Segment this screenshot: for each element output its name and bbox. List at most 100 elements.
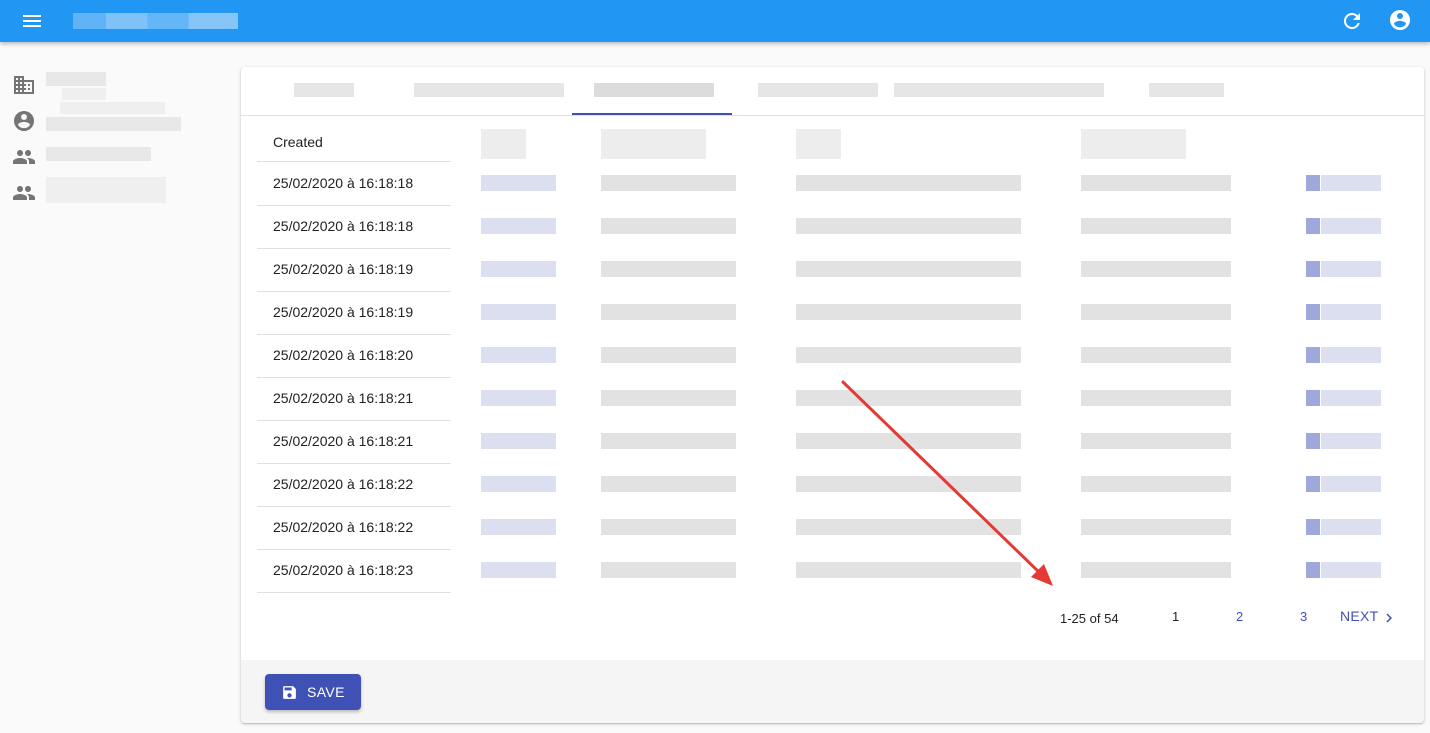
cell-redacted (796, 476, 1021, 492)
cell-redacted (481, 562, 556, 578)
domain-icon (14, 76, 34, 94)
sidebar-item-label-redacted (46, 177, 166, 203)
cell-redacted (1081, 390, 1231, 406)
cell-redacted (1306, 476, 1320, 492)
table-row[interactable]: 25/02/2020 à 16:18:18 (257, 162, 451, 206)
next-page-label: NEXT (1340, 608, 1379, 624)
created-cell: 25/02/2020 à 16:18:20 (273, 347, 414, 363)
cell-redacted (1306, 519, 1320, 535)
cell-redacted (1306, 390, 1320, 406)
created-cell: 25/02/2020 à 16:18:19 (273, 304, 414, 320)
account-circle-icon[interactable] (1388, 8, 1412, 32)
app-title-redacted (73, 13, 238, 29)
sidebar-item-label-redacted (60, 102, 165, 114)
cell-redacted (796, 218, 1021, 234)
cell-redacted (796, 261, 1021, 277)
sidebar-item-3[interactable] (12, 144, 212, 170)
sidebar-item-label-redacted (46, 72, 106, 86)
cell-redacted (796, 433, 1021, 449)
tab-6[interactable] (1131, 67, 1241, 115)
cell-redacted (601, 261, 736, 277)
cell-redacted (601, 175, 736, 191)
created-cell: 25/02/2020 à 16:18:19 (273, 261, 414, 277)
column-header-redacted[interactable] (796, 129, 841, 159)
cell-redacted (1306, 433, 1320, 449)
chevron-right-icon (1386, 613, 1392, 623)
tab-1[interactable] (281, 67, 371, 115)
page-button-2[interactable]: 2 (1236, 609, 1243, 624)
cell-redacted (1306, 304, 1320, 320)
refresh-icon[interactable] (1340, 9, 1364, 33)
cell-redacted (1321, 261, 1381, 277)
table-row[interactable]: 25/02/2020 à 16:18:20 (257, 334, 451, 378)
table-row[interactable]: 25/02/2020 à 16:18:18 (257, 205, 451, 249)
tab-2[interactable] (401, 67, 571, 115)
tab-label-redacted (414, 83, 564, 97)
page-button-1[interactable]: 1 (1172, 609, 1179, 624)
created-cell: 25/02/2020 à 16:18:18 (273, 175, 414, 191)
cell-redacted (1306, 261, 1320, 277)
save-icon (283, 686, 296, 699)
cell-redacted (796, 304, 1021, 320)
cell-redacted (601, 433, 736, 449)
tab-5[interactable] (891, 67, 1106, 115)
cell-redacted (1081, 476, 1231, 492)
sidebar-item-4[interactable] (12, 177, 212, 206)
sidebar-item-label-redacted (46, 117, 181, 131)
cell-redacted (1081, 261, 1231, 277)
cell-redacted (1321, 476, 1381, 492)
cell-redacted (601, 476, 736, 492)
content-card: Created 25/02/2020 à 16:18:18 25/02/2020 … (241, 67, 1424, 723)
save-button[interactable]: SAVE (265, 674, 361, 710)
cell-redacted (1321, 347, 1381, 363)
column-header-redacted[interactable] (481, 129, 526, 159)
cell-redacted (1081, 218, 1231, 234)
sidebar-item-1[interactable] (12, 72, 212, 100)
cell-redacted (1321, 562, 1381, 578)
tab-3-active[interactable] (572, 67, 732, 115)
cell-redacted (481, 433, 556, 449)
cell-redacted (796, 562, 1021, 578)
table-row[interactable]: 25/02/2020 à 16:18:19 (257, 291, 451, 335)
table-row[interactable]: 25/02/2020 à 16:18:21 (257, 420, 451, 464)
column-header-created[interactable]: Created (273, 134, 323, 150)
cell-redacted (601, 218, 736, 234)
table-row[interactable]: 25/02/2020 à 16:18:21 (257, 377, 451, 421)
cell-redacted (481, 347, 556, 363)
form-toolbar: SAVE (241, 660, 1424, 723)
active-tab-indicator (572, 113, 732, 115)
cell-redacted (1306, 175, 1320, 191)
cell-redacted (601, 304, 736, 320)
cell-redacted (1321, 433, 1381, 449)
tab-4[interactable] (741, 67, 881, 115)
page-button-3[interactable]: 3 (1300, 609, 1307, 624)
tab-label-redacted (758, 83, 878, 97)
column-header-redacted[interactable] (1081, 129, 1186, 159)
cell-redacted (796, 390, 1021, 406)
cell-redacted (1081, 433, 1231, 449)
cell-redacted (1081, 304, 1231, 320)
cell-redacted (1321, 390, 1381, 406)
people-icon (13, 186, 35, 200)
cell-redacted (1306, 218, 1320, 234)
cell-redacted (1081, 562, 1231, 578)
next-page-button[interactable]: NEXT (1340, 608, 1392, 624)
table-row[interactable]: 25/02/2020 à 16:18:23 (257, 549, 451, 593)
table-row[interactable]: 25/02/2020 à 16:18:22 (257, 506, 451, 550)
table-row[interactable]: 25/02/2020 à 16:18:22 (257, 463, 451, 507)
cell-redacted (481, 175, 556, 191)
created-cell: 25/02/2020 à 16:18:18 (273, 218, 414, 234)
cell-redacted (1081, 519, 1231, 535)
cell-redacted (601, 562, 736, 578)
cell-redacted (1321, 519, 1381, 535)
sidebar-item-2[interactable] (12, 102, 212, 134)
cell-redacted (1321, 304, 1381, 320)
tab-bar (241, 67, 1424, 116)
menu-icon[interactable] (20, 9, 44, 33)
cell-redacted (481, 218, 556, 234)
cell-redacted (796, 519, 1021, 535)
column-header-redacted[interactable] (601, 129, 706, 159)
tab-label-redacted (894, 83, 1104, 97)
table-row[interactable]: 25/02/2020 à 16:18:19 (257, 248, 451, 292)
cell-redacted (1321, 175, 1381, 191)
